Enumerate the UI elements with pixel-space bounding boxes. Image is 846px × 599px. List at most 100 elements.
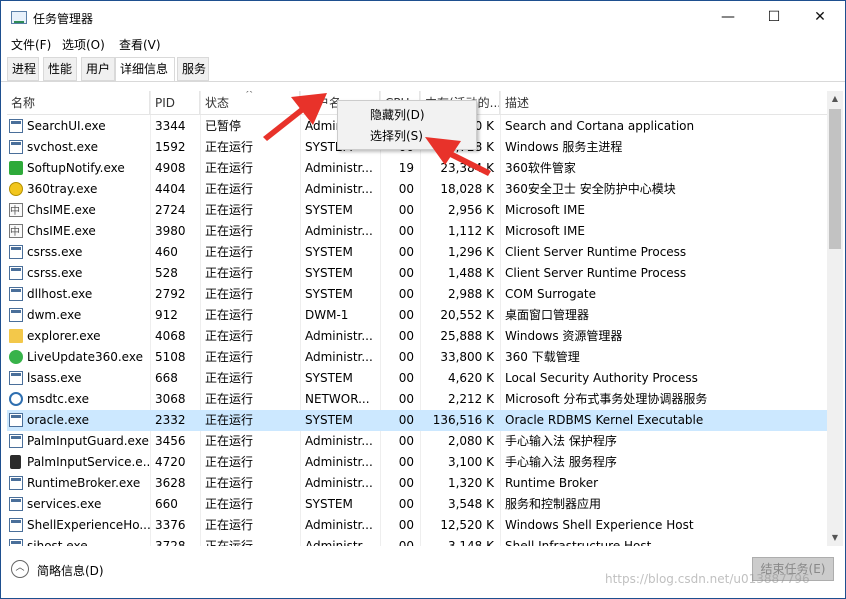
cell-name-text: explorer.exe [27, 329, 101, 343]
cell-pid-text: 2792 [155, 287, 186, 301]
cell-description-text: Search and Cortana application [505, 119, 695, 133]
cell-cpu: 00 [381, 263, 420, 284]
table-row[interactable]: explorer.exe 4068 正在运行 Administr... 00 25,888… [7, 326, 827, 347]
cell-description-text: Windows 资源管理器 [505, 329, 623, 343]
cell-pid-text: 4720 [155, 455, 186, 469]
cell-cpu-text: 00 [398, 266, 414, 280]
table-row[interactable]: dllhost.exe 2792 正在运行 SYSTEM 00 2,988 K COM Su… [7, 284, 827, 305]
cell-status: 正在运行 [201, 410, 300, 431]
table-row[interactable]: csrss.exe 528 正在运行 SYSTEM 00 1,488 K Client Se… [7, 263, 827, 284]
cell-status-text: 正在运行 [205, 203, 254, 217]
cell-username-text: NETWOR... [305, 392, 370, 406]
table-row[interactable]: ChsIME.exe 2724 正在运行 SYSTEM 00 2,956 K Microso… [7, 200, 827, 221]
vertical-scrollbar[interactable]: ▲ ▼ [827, 91, 843, 546]
table-row[interactable]: 360tray.exe 4404 正在运行 Administr... 00 18,028 … [7, 179, 827, 200]
cell-name: PalmInputGuard.exe [7, 431, 150, 452]
minimize-button[interactable]: — [705, 1, 751, 33]
table-row[interactable]: dwm.exe 912 正在运行 DWM-1 00 20,552 K 桌面窗口管理器 [7, 305, 827, 326]
cell-name: oracle.exe [7, 410, 150, 431]
cell-pid-text: 5108 [155, 350, 186, 364]
cell-cpu: 00 [381, 452, 420, 473]
table-row[interactable]: services.exe 660 正在运行 SYSTEM 00 3,548 K 服务和控制器… [7, 494, 827, 515]
tab-processes[interactable]: 进程 [7, 57, 39, 81]
cell-memory: 25,888 K [421, 326, 500, 347]
cell-description-text: Client Server Runtime Process [505, 245, 687, 259]
cell-cpu: 00 [381, 200, 420, 221]
menu-view[interactable]: 查看(V) [119, 36, 161, 53]
cell-name: ChsIME.exe [7, 200, 150, 221]
tab-details[interactable]: 详细信息 [115, 57, 175, 82]
column-header-pid[interactable]: PID [151, 91, 200, 115]
column-header-description[interactable]: 描述 [501, 91, 827, 115]
cell-status: 正在运行 [201, 515, 300, 536]
cell-description: Local Security Authority Process [501, 368, 827, 389]
maximize-button[interactable]: ☐ [751, 1, 797, 33]
scrollbar-thumb[interactable] [829, 109, 841, 249]
table-row[interactable]: sihost.exe 3728 正在运行 Administr... 00 3,148 K S… [7, 536, 827, 546]
cell-memory: 136,516 K [421, 410, 500, 431]
cell-description: Microsoft IME [501, 221, 827, 242]
table-row[interactable]: ShellExperienceHo... 3376 正在运行 Administr...… [7, 515, 827, 536]
tab-performance[interactable]: 性能 [43, 57, 77, 81]
table-row[interactable]: RuntimeBroker.exe 3628 正在运行 Administr... 00 1… [7, 473, 827, 494]
cell-memory-text: 2,956 K [447, 203, 494, 217]
table-row[interactable]: ChsIME.exe 3980 正在运行 Administr... 00 1,112 K M… [7, 221, 827, 242]
cell-username: NETWOR... [301, 389, 380, 410]
cell-pid-text: 460 [155, 245, 178, 259]
cell-memory-text: 18,028 K [440, 182, 494, 196]
cell-status-text: 已暂停 [205, 119, 242, 133]
chevron-up-icon[interactable]: ︿ [11, 560, 29, 578]
cell-description: Microsoft 分布式事务处理协调器服务 [501, 389, 827, 410]
cell-description: 360 下载管理 [501, 347, 827, 368]
tab-services[interactable]: 服务 [177, 57, 209, 81]
table-row[interactable]: oracle.exe 2332 正在运行 SYSTEM 00 136,516 K Oracl… [7, 410, 827, 431]
menu-options[interactable]: 选项(O) [62, 36, 105, 53]
cell-name-text: ShellExperienceHo... [27, 518, 150, 532]
table-row[interactable]: lsass.exe 668 正在运行 SYSTEM 00 4,620 K Local Sec… [7, 368, 827, 389]
cell-memory-text: 23,384 K [440, 161, 494, 175]
cell-pid-text: 2724 [155, 203, 186, 217]
cell-description: Search and Cortana application [501, 116, 827, 137]
cell-username: Administr... [301, 326, 380, 347]
scroll-up-icon[interactable]: ▲ [827, 91, 843, 107]
cell-status: 已暂停 [201, 116, 300, 137]
cell-name-text: 360tray.exe [27, 182, 98, 196]
scroll-down-icon[interactable]: ▼ [827, 530, 843, 546]
tab-users[interactable]: 用户 [81, 57, 115, 81]
cell-description: Windows 服务主进程 [501, 137, 827, 158]
fewer-details-link[interactable]: 简略信息(D) [37, 562, 104, 579]
cell-name-text: dwm.exe [27, 308, 82, 322]
cell-name: RuntimeBroker.exe [7, 473, 150, 494]
cell-status: 正在运行 [201, 431, 300, 452]
process-icon [9, 371, 23, 385]
cell-username-text: SYSTEM [305, 371, 353, 385]
table-row[interactable]: SoftupNotify.exe 4908 正在运行 Administr... 19 23… [7, 158, 827, 179]
table-row[interactable]: PalmInputGuard.exe 3456 正在运行 Administr... 00… [7, 431, 827, 452]
cell-cpu-text: 00 [398, 329, 414, 343]
menu-file[interactable]: 文件(F) [11, 36, 51, 53]
column-header-name[interactable]: 名称 [7, 91, 150, 115]
cell-pid-text: 912 [155, 308, 178, 322]
cell-cpu-text: 19 [398, 161, 414, 175]
table-row[interactable]: msdtc.exe 3068 正在运行 NETWOR... 00 2,212 K Micro… [7, 389, 827, 410]
cell-memory: 2,956 K [421, 200, 500, 221]
cell-pid: 3456 [151, 431, 200, 452]
cell-name: ChsIME.exe [7, 221, 150, 242]
cell-status: 正在运行 [201, 389, 300, 410]
cell-pid-text: 1592 [155, 140, 186, 154]
cell-description-text: Windows Shell Experience Host [505, 518, 694, 532]
cell-pid-text: 3628 [155, 476, 186, 490]
cell-memory-text: 33,800 K [440, 350, 494, 364]
table-row[interactable]: LiveUpdate360.exe 5108 正在运行 Administr... 00 3… [7, 347, 827, 368]
cell-description-text: Local Security Authority Process [505, 371, 698, 385]
table-row[interactable]: csrss.exe 460 正在运行 SYSTEM 00 1,296 K Client Se… [7, 242, 827, 263]
menu-item-select-columns[interactable]: 选择列(S) [338, 126, 476, 146]
cell-pid: 460 [151, 242, 200, 263]
cell-cpu-text: 00 [398, 434, 414, 448]
cell-pid: 3344 [151, 116, 200, 137]
cell-description-text: 360 下载管理 [505, 350, 580, 364]
menu-item-hide-column[interactable]: 隐藏列(D) [338, 105, 476, 125]
close-button[interactable]: ✕ [797, 1, 843, 33]
cell-pid-text: 3344 [155, 119, 186, 133]
table-row[interactable]: PalmInputService.e... 4720 正在运行 Administr..… [7, 452, 827, 473]
